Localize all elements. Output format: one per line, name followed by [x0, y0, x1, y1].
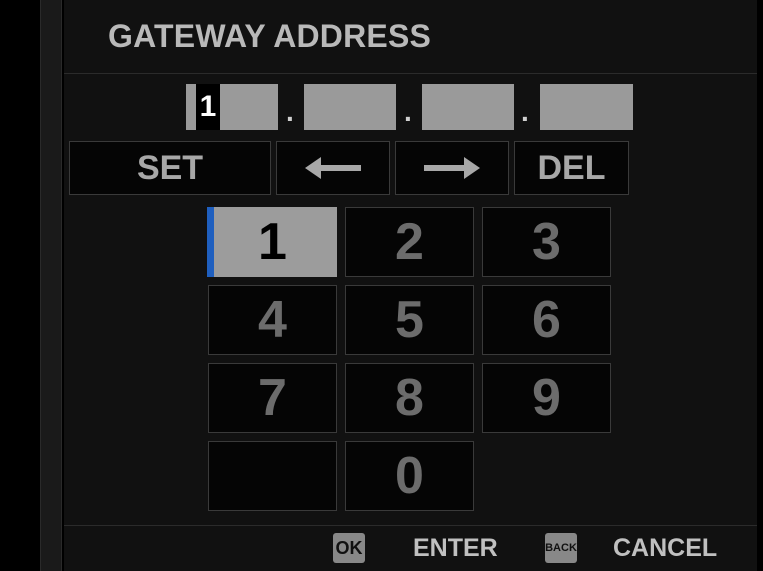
key-6[interactable]: 6	[482, 285, 611, 355]
arrow-left-icon	[305, 155, 361, 181]
key-8-label: 8	[395, 369, 424, 427]
key-5[interactable]: 5	[345, 285, 474, 355]
octet-4-field[interactable]	[540, 84, 633, 130]
ok-button-icon: OK	[333, 533, 365, 563]
key-blank[interactable]	[208, 441, 337, 511]
cursor-left-button[interactable]	[276, 141, 390, 195]
page-title: GATEWAY ADDRESS	[108, 18, 432, 54]
key-2[interactable]: 2	[345, 207, 474, 277]
key-7-label: 7	[258, 369, 287, 427]
del-button-label: DEL	[537, 148, 606, 187]
key-6-label: 6	[532, 291, 561, 349]
octet-1-field[interactable]	[186, 84, 196, 130]
octet-2-field[interactable]	[304, 84, 396, 130]
left-divider	[40, 0, 62, 571]
key-3[interactable]: 3	[482, 207, 611, 277]
key-9-label: 9	[532, 369, 561, 427]
selection-marker	[207, 207, 214, 277]
octet-1-field-rest[interactable]	[220, 84, 278, 130]
key-8[interactable]: 8	[345, 363, 474, 433]
key-0[interactable]: 0	[345, 441, 474, 511]
del-button[interactable]: DEL	[514, 141, 629, 195]
key-0-label: 0	[395, 447, 424, 505]
key-7[interactable]: 7	[208, 363, 337, 433]
separator-dot-1: .	[286, 96, 294, 127]
octet-3-field[interactable]	[422, 84, 514, 130]
key-4[interactable]: 4	[208, 285, 337, 355]
separator-dot-3: .	[521, 96, 529, 127]
enter-label[interactable]: ENTER	[413, 533, 498, 563]
key-2-label: 2	[395, 213, 424, 271]
cancel-label[interactable]: CANCEL	[613, 533, 717, 563]
key-9[interactable]: 9	[482, 363, 611, 433]
arrow-right-icon	[424, 155, 480, 181]
back-button-icon: BACK	[545, 533, 577, 563]
separator-dot-2: .	[404, 96, 412, 127]
set-button-label: SET	[136, 148, 204, 187]
left-bezel	[0, 0, 40, 571]
key-1[interactable]: 1	[208, 207, 337, 277]
set-button[interactable]: SET	[69, 141, 271, 195]
cursor-right-button[interactable]	[395, 141, 509, 195]
key-3-label: 3	[532, 213, 561, 271]
key-1-label: 1	[258, 213, 287, 271]
key-5-label: 5	[395, 291, 424, 349]
key-4-label: 4	[258, 291, 287, 349]
octet-1-digit: 1	[196, 84, 220, 130]
